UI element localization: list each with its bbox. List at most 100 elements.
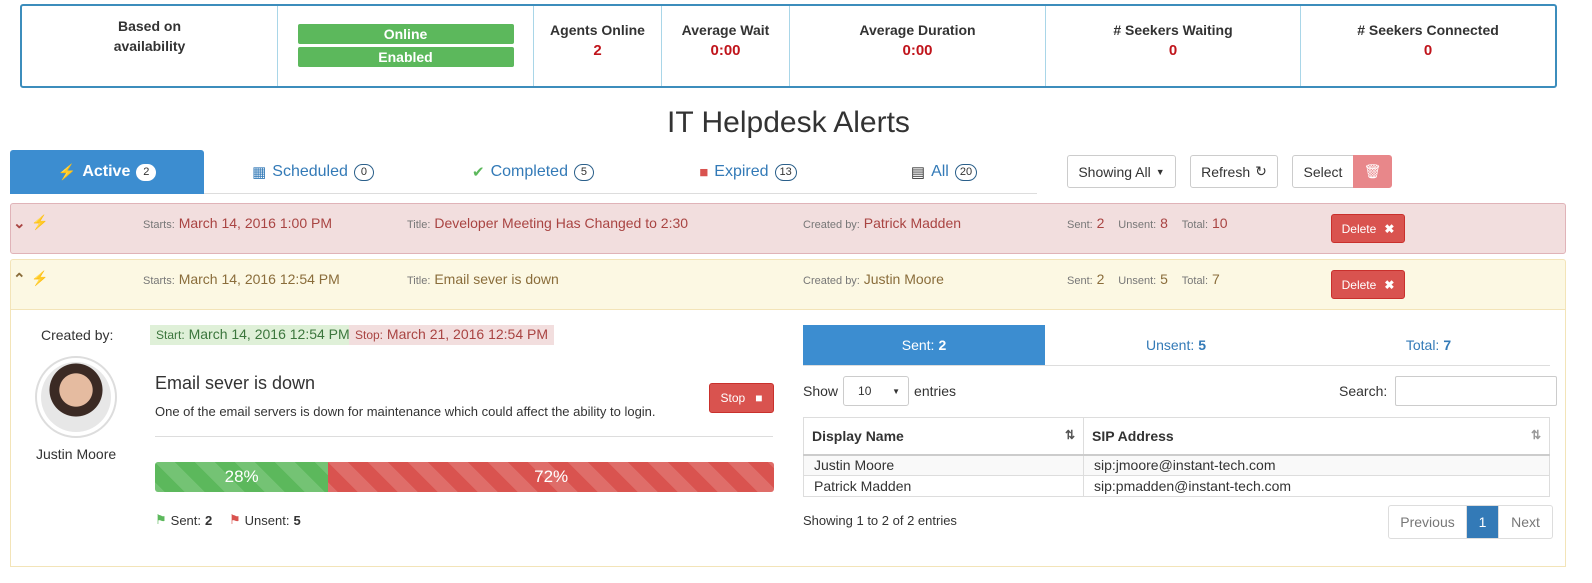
recipients-table: Display Name ⇅ SIP Address ⇅ Justin Moor… [803,417,1550,497]
seekers-waiting-cell: # Seekers Waiting 0 [1046,6,1301,86]
previous-page-button[interactable]: Previous [1389,506,1467,538]
showing-all-label: Showing All [1078,163,1151,180]
alert-row[interactable]: ⌃ ⚡ Starts: March 14, 2016 12:54 PM Titl… [10,259,1566,310]
alert-title-value: Email sever is down [434,271,559,287]
select-label: Select [1303,163,1343,180]
check-icon: ✔ [472,164,485,181]
calendar-icon: ▦ [252,164,267,181]
tab-all-label: All [931,163,949,180]
availability-label: Based on availability [113,18,186,54]
avatar [35,356,117,438]
table-row[interactable]: Justin Moore sip:jmoore@instant-tech.com [803,454,1550,476]
entries-select[interactable]: 10 ▼ [843,376,910,406]
pagination: Previous 1 Next [1388,505,1553,539]
message-body: One of the email servers is down for mai… [155,404,656,419]
page-1-button[interactable]: 1 [1467,506,1499,538]
page-title: IT Helpdesk Alerts [667,106,910,139]
tab-expired[interactable]: ■ Expired 13 [644,150,852,194]
sort-asc-icon: ⇅ [1064,428,1075,442]
tag-icon: ⚑ [155,512,167,527]
bolt-icon: ⚡ [57,164,77,181]
stop-date-chip: Stop: March 21, 2016 12:54 PM [349,325,555,345]
tab-total[interactable]: Total: 7 [1307,325,1550,365]
next-page-button[interactable]: Next [1499,506,1552,538]
availability-cell: Based on availability [22,6,278,86]
tab-sent[interactable]: Sent: 2 [803,325,1045,365]
agents-online-value: 2 [593,42,602,59]
bolt-icon: ⚡ [31,214,49,230]
recipient-tabs: Sent: 2 Unsent: 5 Total: 7 [803,325,1550,366]
message-title: Email sever is down [155,373,316,393]
average-duration-cell: Average Duration 0:00 [790,6,1046,86]
tab-expired-label: Expired [714,163,769,180]
stop-button[interactable]: Stop ■ [709,383,774,413]
tab-active[interactable]: ⚡ Active 2 [10,150,204,194]
list-icon: ▤ [910,164,926,181]
unsent-legend: ⚑ Unsent: 5 [229,512,301,528]
tab-completed-count: 5 [573,163,594,181]
delete-button[interactable]: Delete ✖ [1331,214,1405,243]
sent-progress: 28% [155,462,329,492]
stop-square-icon: ■ [755,391,763,405]
alert-created-by: Created by: Justin Moore [803,271,944,287]
search-input[interactable] [1395,376,1558,406]
alert-starts: Starts: March 14, 2016 12:54 PM [143,271,340,287]
creator-name: Justin Moore [36,446,117,462]
refresh-icon: ↻ [1255,163,1267,179]
showing-all-dropdown[interactable]: Showing All ▼ [1067,155,1176,188]
select-button[interactable]: Select [1292,155,1354,188]
stop-square-icon: ■ [699,163,709,181]
tab-all[interactable]: ▤ All 20 [852,150,1036,194]
chevron-down-icon[interactable]: ⌄ [13,214,26,232]
alert-title-value: Developer Meeting Has Changed to 2:30 [434,215,689,231]
divider [155,436,773,437]
tab-active-count: 2 [136,163,157,181]
sip-address-cell: sip:pmadden@instant-tech.com [1083,475,1550,497]
table-search: Search: [1339,376,1558,406]
alert-starts: Starts: March 14, 2016 1:00 PM [143,215,332,231]
status-bar: Based on availability Online Enabled Age… [20,4,1557,88]
seekers-connected-cell: # Seekers Connected 0 [1301,6,1555,86]
display-name-cell: Justin Moore [803,454,1084,476]
trash-icon: 🗑 [1363,163,1382,179]
start-date-chip: Start: March 14, 2016 12:54 PM [150,325,356,345]
agents-online-cell: Agents Online 2 [534,6,662,86]
alert-created-by: Created by: Patrick Madden [803,215,962,231]
avatar-photo [41,362,111,432]
table-row[interactable]: Patrick Madden sip:pmadden@instant-tech.… [803,475,1550,497]
alert-created-by-value: Patrick Madden [863,215,962,231]
delivery-progress-bar: 28% 72% [155,462,774,492]
chevron-up-icon[interactable]: ⌃ [13,270,26,288]
alert-counts: Sent: 2 Unsent: 5 Total: 7 [1067,271,1220,287]
agents-online-label: Agents Online [550,22,645,38]
page-length-control: Show 10 ▼ entries [803,376,956,406]
tab-scheduled[interactable]: ▦ Scheduled 0 [204,150,422,194]
alert-title: Title: Email sever is down [407,271,559,287]
tab-completed[interactable]: ✔ Completed 5 [422,150,644,194]
average-wait-cell: Average Wait 0:00 [662,6,790,86]
tab-expired-count: 13 [774,163,797,181]
delete-selected-button[interactable]: 🗑 [1353,155,1392,188]
tab-active-label: Active [82,163,131,180]
average-duration-label: Average Duration [859,22,976,38]
sip-address-cell: sip:jmoore@instant-tech.com [1083,454,1550,476]
caret-down-icon: ▼ [892,386,901,396]
enabled-status-badge: Enabled [297,47,514,67]
average-duration-value: 0:00 [902,42,933,59]
bolt-icon: ⚡ [31,270,49,286]
column-header-sip-address[interactable]: SIP Address ⇅ [1083,417,1550,456]
created-by-label: Created by: [41,327,114,343]
tag-icon: ⚑ [229,512,241,527]
close-icon: ✖ [1384,221,1395,236]
refresh-label: Refresh [1201,163,1251,180]
refresh-button[interactable]: Refresh ↻ [1190,155,1278,188]
average-wait-label: Average Wait [681,22,770,38]
tab-unsent[interactable]: Unsent: 5 [1045,325,1307,365]
delete-button[interactable]: Delete ✖ [1331,270,1405,299]
column-header-display-name[interactable]: Display Name ⇅ [803,417,1084,456]
seekers-waiting-value: 0 [1168,42,1178,59]
unsent-progress: 72% [328,462,774,492]
close-icon: ✖ [1384,277,1395,292]
tab-scheduled-count: 0 [353,163,374,181]
alert-row[interactable]: ⌄ ⚡ Starts: March 14, 2016 1:00 PM Title… [10,203,1566,254]
